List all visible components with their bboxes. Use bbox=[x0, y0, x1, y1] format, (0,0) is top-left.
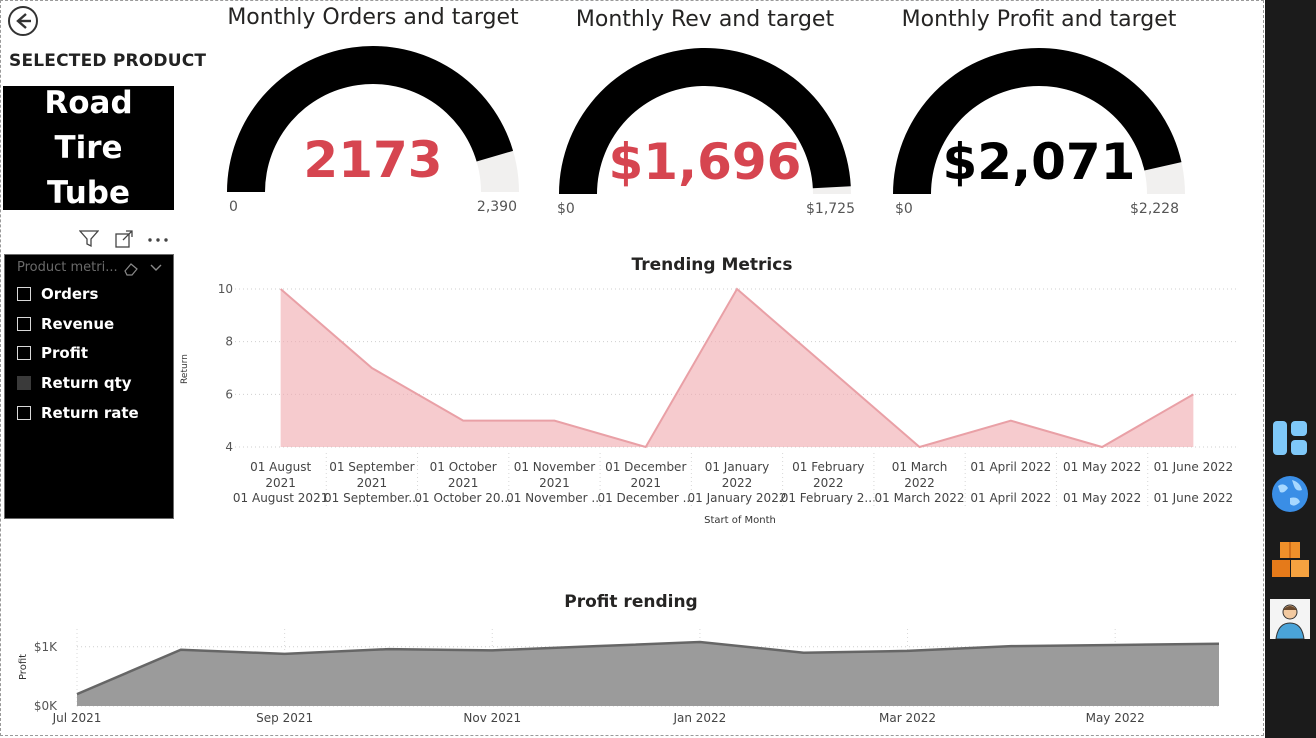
x-tick-sublabel: 01 January 2022 bbox=[688, 491, 787, 505]
x-tick-label: 01 May 2022 bbox=[1063, 460, 1141, 474]
x-tick-label: 01 June 2022 bbox=[1154, 460, 1234, 474]
more-options-icon[interactable] bbox=[147, 237, 169, 243]
profit-trending-plot: Profit$1K$0KJul 2021 Sep 2021 Nov 2021 Jan … bbox=[18, 629, 1220, 725]
gauge-title: Monthly Orders and target bbox=[227, 5, 519, 30]
profit-trending-chart[interactable]: Profit rending Profit $1K $0K Jul 2021 Sep 2… bbox=[11, 589, 1251, 729]
gauge-title: Monthly Rev and target bbox=[575, 7, 835, 32]
x-tick-label: Jan 2022 bbox=[672, 711, 726, 725]
x-tick-sublabel: 01 February 2... bbox=[781, 491, 876, 505]
checkbox-checked[interactable] bbox=[17, 376, 31, 390]
checkbox[interactable] bbox=[17, 346, 31, 360]
y-axis-label: Profit bbox=[18, 654, 29, 680]
boxes-icon[interactable] bbox=[1270, 540, 1310, 580]
y-axis-label: Return bbox=[180, 354, 190, 384]
x-tick-sublabel: 01 September... bbox=[324, 491, 420, 505]
slicer-item-label: Orders bbox=[41, 285, 99, 303]
chevron-down-icon[interactable] bbox=[149, 263, 163, 273]
x-tick-label: 01 April 2022 bbox=[970, 460, 1051, 474]
x-tick-sublabel: 01 November ... bbox=[506, 491, 603, 505]
x-tick-label: May 2022 bbox=[1086, 711, 1145, 725]
x-tick-label: 01 March bbox=[892, 460, 948, 474]
right-navigation-rail bbox=[1265, 0, 1316, 738]
slicer-header: Product metri... bbox=[17, 260, 118, 275]
report-canvas: SELECTED PRODUCT Road Tire Tube Product … bbox=[0, 0, 1264, 736]
gauge-value: 2173 bbox=[303, 131, 443, 189]
gauge-title: Monthly Profit and target bbox=[901, 7, 1177, 32]
slicer-item-revenue[interactable]: Revenue bbox=[17, 315, 114, 333]
globe-icon[interactable] bbox=[1270, 474, 1310, 514]
gauge-min-label: $0 bbox=[557, 201, 575, 217]
product-name: Road Tire Tube bbox=[44, 84, 133, 211]
gauge-orders[interactable]: Monthly Orders and target 2173 0 2,390 bbox=[223, 5, 523, 225]
gauge-max-label: $2,228 bbox=[1130, 201, 1179, 217]
x-tick-label: 2022 bbox=[904, 476, 935, 490]
dashboard-icon[interactable] bbox=[1270, 418, 1310, 458]
gauge-min-label: $0 bbox=[895, 201, 913, 217]
y-tick-label: 4 bbox=[225, 440, 233, 454]
x-tick-label: 01 August bbox=[250, 460, 311, 474]
slicer-item-orders[interactable]: Orders bbox=[17, 285, 98, 303]
x-tick-label: 2021 bbox=[448, 476, 479, 490]
gauge-value: $1,696 bbox=[608, 133, 802, 191]
gauge-profit[interactable]: Monthly Profit and target $2,071 $0 $2,2… bbox=[889, 7, 1189, 227]
x-axis-label: Start of Month bbox=[704, 515, 776, 526]
trending-metrics-plot: Return1086401 August202101 August 202101… bbox=[180, 282, 1239, 526]
x-tick-label: 2022 bbox=[722, 476, 753, 490]
back-button[interactable] bbox=[7, 5, 39, 37]
x-tick-sublabel: 01 October 20... bbox=[414, 491, 512, 505]
selected-product-label: SELECTED PRODUCT bbox=[9, 51, 207, 71]
y-tick-label: 6 bbox=[225, 387, 233, 401]
x-tick-label: Jul 2021 bbox=[52, 711, 102, 725]
x-tick-sublabel: 01 April 2022 bbox=[970, 491, 1051, 505]
product-metric-slicer: Product metri... Orders Revenue Profit R… bbox=[4, 254, 174, 519]
y-tick-label: 8 bbox=[225, 335, 233, 349]
slicer-item-label: Revenue bbox=[41, 315, 115, 333]
gauge-revenue[interactable]: Monthly Rev and target $1,696 $0 $1,725 bbox=[555, 7, 855, 227]
x-tick-label: 01 February bbox=[792, 460, 864, 474]
x-tick-label: 01 January bbox=[705, 460, 770, 474]
x-tick-label: Nov 2021 bbox=[463, 711, 521, 725]
x-tick-label: 01 October bbox=[430, 460, 497, 474]
gauge-max-label: 2,390 bbox=[476, 199, 517, 215]
slicer-item-label: Return rate bbox=[41, 404, 139, 422]
eraser-icon[interactable] bbox=[123, 262, 139, 276]
x-tick-label: 01 November bbox=[514, 460, 596, 474]
slicer-item-label: Profit bbox=[41, 344, 88, 362]
gauge-min-label: 0 bbox=[229, 199, 238, 215]
gauge-value: $2,071 bbox=[942, 133, 1136, 191]
x-tick-label: 2022 bbox=[813, 476, 844, 490]
x-tick-label: Mar 2022 bbox=[879, 711, 936, 725]
checkbox[interactable] bbox=[17, 406, 31, 420]
x-tick-label: 2021 bbox=[265, 476, 296, 490]
x-tick-label: 01 December bbox=[605, 460, 686, 474]
focus-mode-icon[interactable] bbox=[115, 230, 133, 248]
x-tick-label: 2021 bbox=[357, 476, 388, 490]
back-arrow-icon bbox=[8, 6, 38, 36]
checkbox[interactable] bbox=[17, 317, 31, 331]
gauge-max-label: $1,725 bbox=[806, 201, 855, 217]
slicer-item-return-rate[interactable]: Return rate bbox=[17, 404, 139, 422]
slicer-item-profit[interactable]: Profit bbox=[17, 344, 88, 362]
slicer-item-label: Return qty bbox=[41, 374, 132, 392]
x-tick-label: 2021 bbox=[630, 476, 661, 490]
x-tick-sublabel: 01 August 2021 bbox=[233, 491, 328, 505]
x-tick-label: 01 September bbox=[329, 460, 414, 474]
x-tick-label: 2021 bbox=[539, 476, 570, 490]
y-tick-label: 10 bbox=[218, 282, 233, 296]
y-tick-label: $1K bbox=[34, 640, 58, 654]
x-tick-sublabel: 01 December ... bbox=[597, 491, 694, 505]
x-tick-sublabel: 01 May 2022 bbox=[1063, 491, 1141, 505]
x-tick-sublabel: 01 March 2022 bbox=[875, 491, 965, 505]
filter-icon[interactable] bbox=[79, 230, 99, 248]
x-tick-label: Sep 2021 bbox=[256, 711, 313, 725]
trending-metrics-chart[interactable]: Trending Metrics Return 10 8 6 4 01 August 202… bbox=[177, 251, 1257, 531]
checkbox[interactable] bbox=[17, 287, 31, 301]
person-avatar-icon[interactable] bbox=[1270, 599, 1310, 639]
slicer-item-return-qty[interactable]: Return qty bbox=[17, 374, 132, 392]
area-fill bbox=[280, 289, 1194, 447]
x-tick-sublabel: 01 June 2022 bbox=[1154, 491, 1234, 505]
visual-header-tools bbox=[75, 227, 175, 251]
product-card: Road Tire Tube bbox=[3, 85, 174, 211]
